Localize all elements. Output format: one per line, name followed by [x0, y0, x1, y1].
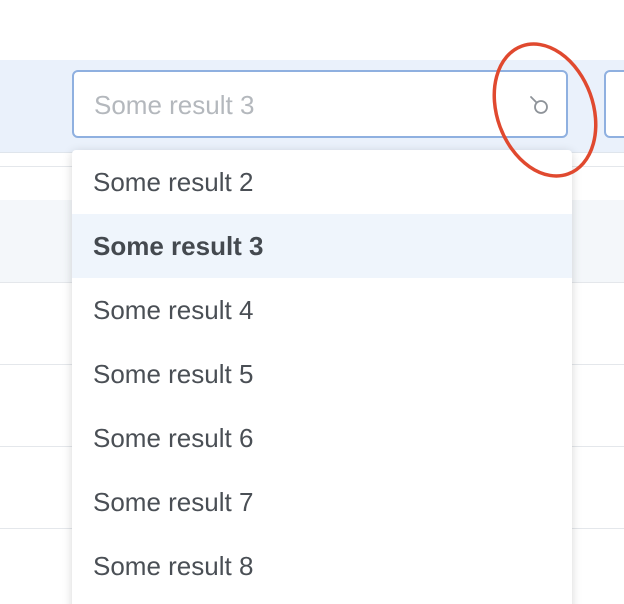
search-results-dropdown: Some result 2 Some result 3 Some result 4S…: [72, 150, 572, 604]
search-icon[interactable]: [526, 92, 552, 118]
dropdown-option[interactable]: Some result 6: [72, 406, 572, 470]
adjacent-input[interactable]: [604, 70, 624, 138]
page: Some result 2Some result 3Some result 4S…: [0, 0, 624, 604]
dropdown-option[interactable]: Some result 5: [72, 342, 572, 406]
dropdown-option[interactable]: Some result 7: [72, 470, 572, 534]
dropdown-option[interactable]: Some result 4: [72, 278, 572, 342]
dropdown-option[interactable]: Some result 2: [72, 150, 572, 214]
search-field[interactable]: [72, 70, 568, 138]
search-input[interactable]: [92, 72, 516, 138]
dropdown-option[interactable]: Some result 3: [72, 214, 572, 278]
dropdown-option[interactable]: Some result 8: [72, 534, 572, 598]
